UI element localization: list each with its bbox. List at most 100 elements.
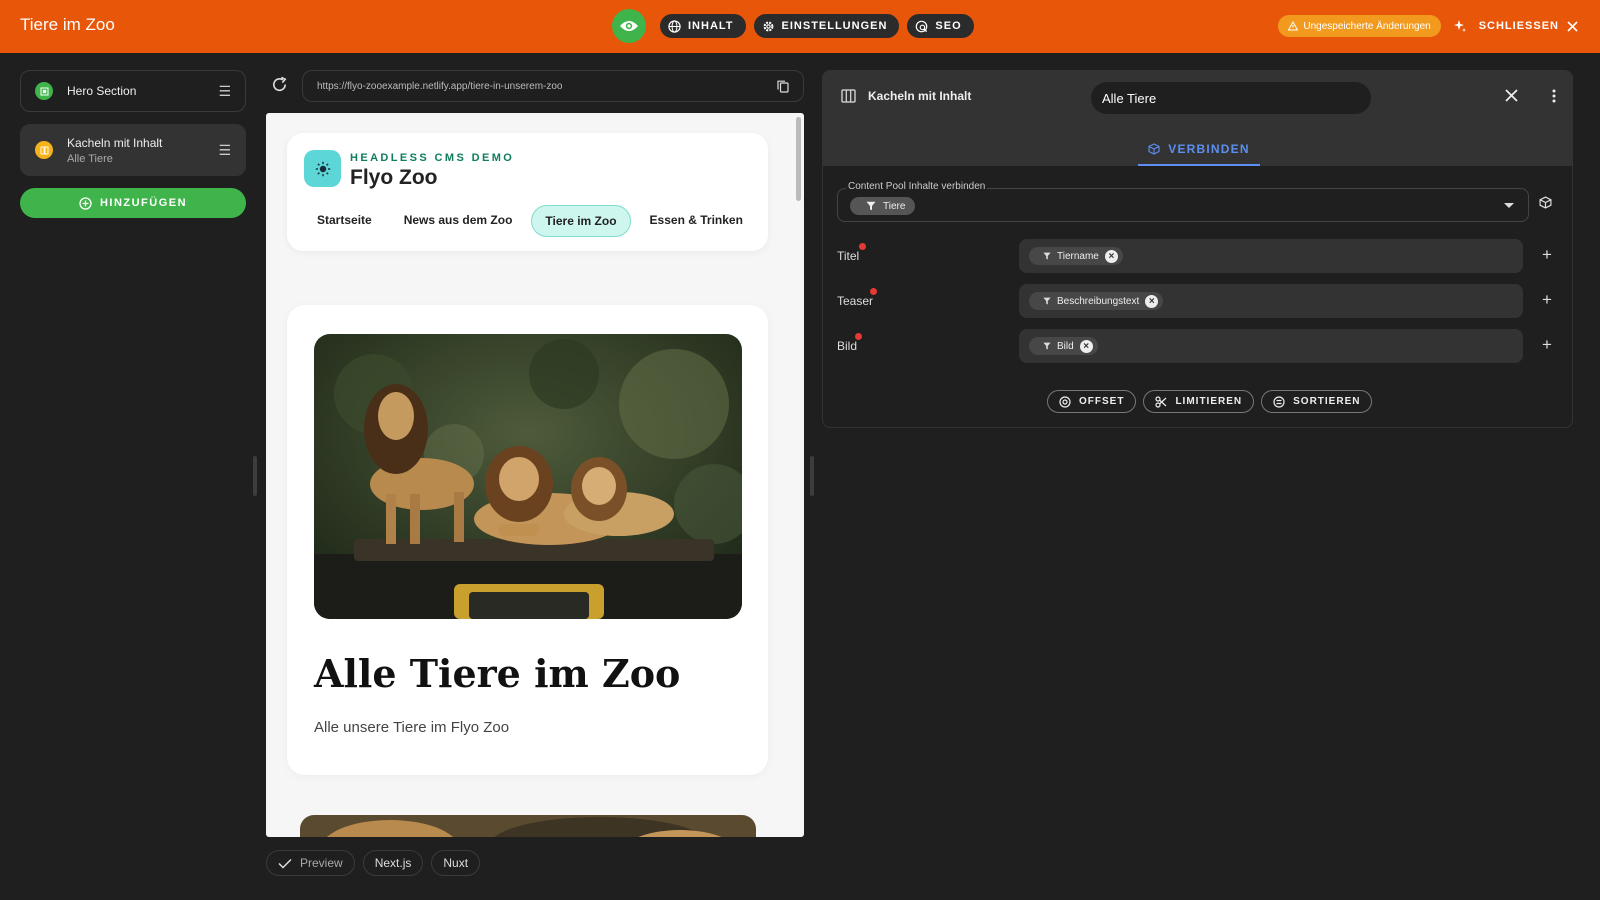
required-indicator — [870, 288, 877, 295]
section-item-kacheln[interactable]: Kacheln mit Inhalt Alle Tiere ☰ — [20, 124, 246, 176]
query-actions: OFFSET LIMITIEREN SORTIEREN — [1047, 390, 1373, 413]
field-chip: Tiername × — [1029, 247, 1123, 265]
content-pool-chip: Tiere — [850, 197, 916, 215]
filter-icon — [1043, 297, 1051, 305]
add-section-label: HINZUFÜGEN — [99, 197, 188, 209]
section-label: Hero Section — [67, 84, 137, 98]
framework-chips: Preview Next.js Nuxt — [266, 850, 481, 876]
add-field-button[interactable]: + — [1542, 245, 1552, 265]
field-input-teaser[interactable]: Beschreibungstext × — [1019, 284, 1523, 318]
tab-inhalt-label: INHALT — [688, 20, 734, 32]
content-pool-select[interactable]: Content Pool Inhalte verbinden Tiere — [837, 181, 1529, 222]
close-editor-button[interactable]: SCHLIESSEN — [1479, 20, 1578, 32]
site-preview-frame[interactable]: HEADLESS CMS DEMO Flyo Zoo Startseite Ne… — [266, 113, 804, 837]
remove-chip-icon[interactable]: × — [1104, 249, 1118, 263]
seo-icon — [916, 20, 928, 32]
warning-icon — [1288, 21, 1299, 31]
field-label: Bild — [837, 339, 858, 353]
panel-close-button[interactable] — [1505, 89, 1518, 105]
site-nav-tiere[interactable]: Tiere im Zoo — [531, 205, 631, 237]
section-status-dot — [35, 141, 53, 159]
plus-circle-icon — [79, 196, 92, 210]
field-chip: Beschreibungstext × — [1029, 292, 1164, 310]
tab-einstellungen[interactable]: EINSTELLUNGEN — [753, 14, 900, 38]
panel-more-button[interactable] — [1552, 89, 1556, 106]
cube-icon — [1148, 143, 1160, 155]
site-nav-essen[interactable]: Essen & Trinken — [637, 205, 756, 237]
globe-icon — [668, 19, 681, 33]
resize-handle-left[interactable] — [253, 456, 257, 496]
chevron-down-icon — [1504, 203, 1514, 208]
section-item-hero[interactable]: Hero Section ☰ — [20, 70, 246, 112]
copy-url-button[interactable] — [777, 80, 789, 93]
top-right-actions: Ungespeicherte Änderungen SCHLIESSEN — [1278, 15, 1578, 37]
tab-verbinden[interactable]: VERBINDEN — [1138, 134, 1260, 166]
site-tagline: HEADLESS CMS DEMO — [350, 152, 515, 164]
remove-chip-icon[interactable]: × — [1079, 339, 1093, 353]
tab-seo-label: SEO — [935, 20, 962, 32]
field-row-bild: Bild Bild × + — [837, 329, 1557, 363]
field-row-teaser: Teaser Beschreibungstext × + — [837, 284, 1557, 318]
field-input-bild[interactable]: Bild × — [1019, 329, 1523, 363]
add-section-button[interactable]: HINZUFÜGEN — [20, 188, 246, 218]
hero-image-lions — [314, 334, 742, 619]
add-field-button[interactable]: + — [1542, 290, 1552, 310]
hero-card: Alle Tiere im Zoo Alle unsere Tiere im F… — [287, 305, 768, 775]
unsaved-changes-label: Ungespeicherte Änderungen — [1303, 20, 1431, 32]
panel-header: Kacheln mit Inhalt VERBINDEN — [823, 71, 1572, 166]
section-label: Kacheln mit Inhalt — [67, 135, 163, 150]
ai-sparkle-button[interactable] — [1453, 19, 1467, 33]
reload-button[interactable] — [270, 75, 289, 97]
chip-nuxt[interactable]: Nuxt — [431, 850, 481, 876]
url-bar[interactable]: https://flyo-zooexample.netlify.app/tier… — [302, 70, 804, 102]
field-row-titel: Titel Tiername × + — [837, 239, 1557, 273]
site-nav-news[interactable]: News aus dem Zoo — [391, 205, 526, 237]
required-indicator — [859, 243, 866, 250]
content-pool-legend: Content Pool Inhalte verbinden — [846, 181, 988, 192]
site-nav-startseite[interactable]: Startseite — [304, 205, 385, 237]
cube-icon — [1539, 196, 1552, 209]
field-input-titel[interactable]: Tiername × — [1019, 239, 1523, 273]
tab-seo[interactable]: SEO — [907, 14, 974, 38]
panel-title-label: Kacheln mit Inhalt — [868, 89, 972, 103]
offset-label: OFFSET — [1079, 396, 1125, 407]
grid-icon — [40, 146, 48, 154]
preview-scrollbar[interactable] — [796, 117, 801, 201]
field-chip-label: Tiername — [1057, 250, 1099, 262]
limitieren-label: LIMITIEREN — [1175, 396, 1243, 407]
site-nav: Startseite News aus dem Zoo Tiere im Zoo… — [304, 205, 756, 237]
site-logo — [304, 150, 341, 187]
required-indicator — [855, 333, 862, 340]
sun-icon — [315, 161, 330, 176]
close-editor-label: SCHLIESSEN — [1478, 20, 1559, 32]
remove-chip-icon[interactable]: × — [1145, 294, 1159, 308]
resize-handle-right[interactable] — [810, 456, 814, 496]
field-label: Teaser — [837, 294, 874, 308]
chip-preview-label: Preview — [300, 856, 343, 870]
content-pool-value: Tiere — [883, 200, 906, 212]
sortieren-button[interactable]: SORTIEREN — [1261, 390, 1373, 413]
gear-icon — [763, 21, 773, 31]
eye-icon — [620, 21, 638, 31]
preview-toggle-button[interactable] — [612, 9, 646, 43]
drag-handle-icon[interactable]: ☰ — [218, 83, 231, 100]
top-tabs: INHALT EINSTELLUNGEN SEO — [612, 9, 974, 43]
offset-button[interactable]: OFFSET — [1047, 390, 1137, 413]
page-title: Tiere im Zoo — [20, 15, 115, 34]
site-name: Flyo Zoo — [350, 166, 438, 189]
content-pool-cube-button[interactable] — [1539, 196, 1552, 212]
filter-icon — [1043, 252, 1051, 260]
field-chip-label: Beschreibungstext — [1057, 295, 1140, 307]
tab-inhalt[interactable]: INHALT — [660, 14, 746, 38]
drag-handle-icon[interactable]: ☰ — [218, 142, 231, 159]
block-name-input[interactable] — [1091, 82, 1371, 114]
chip-nextjs[interactable]: Next.js — [362, 850, 424, 876]
chip-nuxt-label: Nuxt — [443, 856, 469, 870]
add-field-button[interactable]: + — [1542, 335, 1552, 355]
chip-preview[interactable]: Preview — [266, 850, 355, 876]
chip-nextjs-label: Next.js — [374, 856, 412, 870]
limitieren-button[interactable]: LIMITIEREN — [1143, 390, 1255, 413]
close-icon — [1505, 89, 1518, 102]
section-status-dot — [35, 82, 53, 100]
site-header: HEADLESS CMS DEMO Flyo Zoo Startseite Ne… — [287, 133, 768, 251]
